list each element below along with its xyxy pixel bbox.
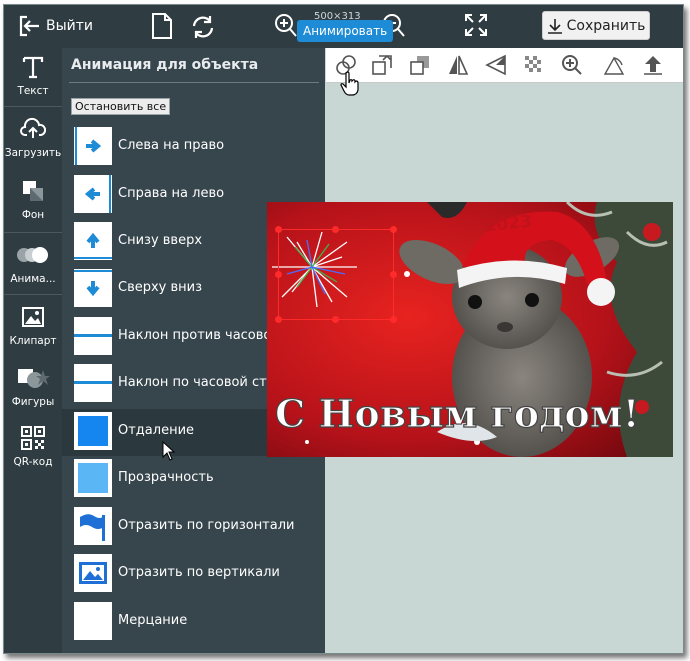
anim-label: Отразить по горизонтали bbox=[118, 518, 295, 533]
flip-vertical-icon[interactable] bbox=[484, 53, 508, 77]
sidebar-item-background[interactable]: Фон bbox=[4, 172, 62, 230]
sidebar-item-label: Клипарт bbox=[9, 335, 57, 347]
resize-handle[interactable] bbox=[390, 226, 397, 233]
exit-label: Выйти bbox=[46, 18, 94, 34]
anim-label: Снизу вверх bbox=[118, 233, 203, 248]
animate-tooltip: Анимировать bbox=[297, 20, 394, 42]
arrow-right-icon bbox=[74, 127, 112, 165]
anim-flicker[interactable]: Мерцание bbox=[62, 599, 325, 646]
arrow-up-icon bbox=[74, 222, 112, 260]
greeting-text: С Новым годом! bbox=[275, 391, 639, 436]
anim-label: Отдаление bbox=[118, 423, 195, 438]
sidebar-divider bbox=[4, 232, 62, 233]
resize-handle[interactable] bbox=[390, 271, 397, 278]
move-up-icon[interactable] bbox=[641, 53, 665, 77]
sidebar-item-upload[interactable]: Загрузить bbox=[4, 110, 62, 168]
sidebar-item-label: Анима... bbox=[10, 273, 56, 285]
hand-pointer-icon bbox=[340, 71, 359, 96]
clipart-icon bbox=[22, 307, 44, 327]
panel-divider bbox=[69, 82, 319, 83]
sidebar-item-qr-code[interactable]: QR-код bbox=[4, 419, 62, 477]
tilt-line-icon bbox=[74, 317, 112, 355]
bring-forward-icon[interactable] bbox=[370, 53, 394, 77]
sidebar-item-label: Загрузить bbox=[4, 147, 62, 159]
anim-label: Наклон против часово bbox=[118, 328, 272, 343]
anim-left-to-right[interactable]: Слева на право bbox=[62, 124, 325, 171]
sidebar-item-clipart[interactable]: Клипарт bbox=[4, 298, 62, 356]
animation-icon bbox=[17, 247, 48, 263]
square-light-icon bbox=[74, 459, 112, 497]
new-document-icon[interactable] bbox=[151, 13, 173, 39]
flag-icon bbox=[74, 507, 112, 545]
resize-handle[interactable] bbox=[275, 271, 282, 278]
flip-horizontal-icon[interactable] bbox=[446, 53, 470, 77]
image-icon bbox=[74, 554, 112, 592]
left-sidebar: Текст Загрузить Фон Анима... Клипарт Фиг… bbox=[4, 48, 62, 653]
square-icon bbox=[74, 412, 112, 450]
tilt-line-icon bbox=[74, 364, 112, 402]
sidebar-item-label: Фон bbox=[21, 209, 45, 221]
anim-label: Справа на лево bbox=[118, 186, 225, 201]
sidebar-item-label: Текст bbox=[17, 85, 49, 97]
zoom-in-icon[interactable] bbox=[274, 13, 298, 39]
arrow-left-icon bbox=[74, 175, 112, 213]
anim-label: Мерцание bbox=[118, 613, 188, 628]
transparency-icon[interactable] bbox=[522, 53, 546, 77]
anim-transparency[interactable]: Прозрачность bbox=[62, 456, 325, 503]
panel-title: Анимация для объекта bbox=[71, 57, 259, 73]
sidebar-divider bbox=[4, 294, 62, 295]
zoom-icon[interactable] bbox=[560, 53, 584, 77]
upload-cloud-icon bbox=[20, 117, 46, 138]
refresh-icon[interactable] bbox=[189, 13, 217, 41]
download-icon bbox=[547, 18, 562, 34]
exit-button[interactable]: Выйти bbox=[18, 13, 93, 39]
fullscreen-icon[interactable] bbox=[464, 13, 488, 37]
resize-handle[interactable] bbox=[275, 316, 282, 323]
resize-handle[interactable] bbox=[390, 316, 397, 323]
exit-icon bbox=[19, 15, 39, 37]
resize-handle[interactable] bbox=[275, 226, 282, 233]
selection-box[interactable] bbox=[275, 226, 397, 323]
anim-flip-vertical[interactable]: Отразить по вертикали bbox=[62, 551, 325, 598]
anim-label: Наклон по часовой ст bbox=[118, 375, 267, 390]
sidebar-item-label: Фигуры bbox=[11, 396, 55, 408]
rotate-icon[interactable] bbox=[602, 53, 626, 77]
resize-handle[interactable] bbox=[332, 316, 339, 323]
blank-icon bbox=[74, 602, 112, 640]
save-button[interactable]: Сохранить bbox=[542, 11, 650, 40]
qr-code-icon bbox=[21, 426, 45, 450]
send-backward-icon[interactable] bbox=[408, 53, 432, 77]
sidebar-item-shapes[interactable]: Фигуры bbox=[4, 359, 62, 417]
text-icon bbox=[22, 56, 44, 79]
anim-label: Отразить по вертикали bbox=[118, 565, 280, 580]
resize-handle[interactable] bbox=[332, 226, 339, 233]
editor-window: Выйти 500×313 Сохранить Текст Загрузить … bbox=[3, 4, 684, 654]
anim-label: Сверху вниз bbox=[118, 280, 203, 295]
anim-label: Слева на право bbox=[118, 138, 225, 153]
anim-flip-horizontal[interactable]: Отразить по горизонтали bbox=[62, 504, 325, 551]
save-label: Сохранить bbox=[566, 17, 646, 34]
sidebar-item-animation[interactable]: Анима... bbox=[4, 236, 62, 294]
stop-all-button[interactable]: Остановить все bbox=[71, 98, 171, 115]
anim-label: Прозрачность bbox=[118, 470, 214, 485]
object-toolbar bbox=[326, 48, 683, 83]
sidebar-divider bbox=[4, 106, 62, 107]
sidebar-item-label: QR-код bbox=[13, 456, 53, 468]
arrow-down-icon bbox=[74, 269, 112, 307]
shapes-icon bbox=[18, 369, 50, 388]
background-icon bbox=[23, 181, 43, 201]
sidebar-item-text[interactable]: Текст bbox=[4, 48, 62, 106]
